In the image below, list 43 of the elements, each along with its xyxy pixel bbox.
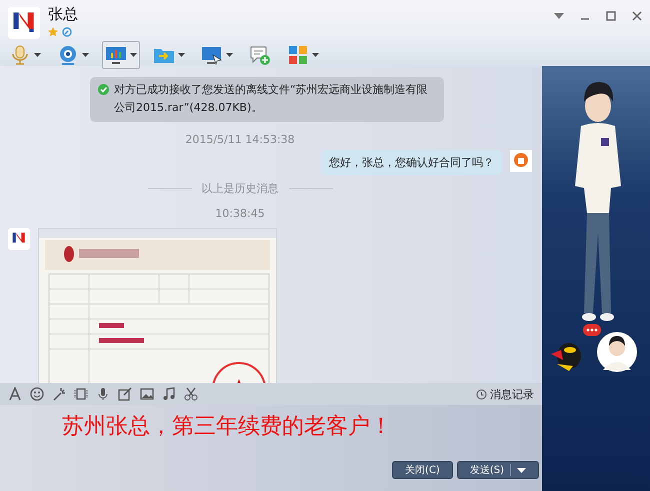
caret-icon (82, 53, 89, 57)
send-button[interactable]: 发送(S) (456, 461, 539, 479)
maximize-icon[interactable] (606, 11, 616, 21)
contact-avatar[interactable] (8, 7, 40, 39)
link-icon[interactable] (62, 27, 72, 37)
clock-icon (476, 388, 487, 400)
message-time: 2015/5/11 14:53:38 (185, 133, 295, 146)
close-icon[interactable] (632, 11, 642, 21)
voice-icon[interactable] (96, 387, 110, 401)
notice-text: 对方已成功接收了您发送的离线文件“苏州宏远商业设施制造有限公司2015.rar”(428.07KB)。 (114, 82, 429, 116)
close-button[interactable]: 关闭(C) (392, 461, 453, 479)
remote-icon (201, 45, 223, 65)
camera-icon (57, 45, 79, 65)
image-icon[interactable] (140, 387, 154, 401)
dropdown-icon[interactable] (554, 13, 564, 19)
scissors-icon[interactable] (184, 387, 198, 401)
sender-avatar (510, 150, 532, 172)
caret-icon[interactable] (517, 468, 526, 472)
magic-icon[interactable] (52, 387, 66, 401)
caret-icon (34, 53, 41, 57)
profile-avatar[interactable] (597, 332, 637, 372)
apps-icon (287, 45, 309, 65)
caret-icon (312, 53, 319, 57)
emoji-icon[interactable] (30, 387, 44, 401)
music-icon[interactable] (162, 387, 176, 401)
contact-avatar (8, 228, 30, 250)
note-icon[interactable] (118, 387, 132, 401)
check-icon (98, 84, 109, 95)
chat-bubble-icon (583, 324, 601, 336)
window-title: 张总 (48, 5, 78, 24)
history-divider: 以上是历史消息 (202, 181, 278, 196)
video-icon[interactable] (74, 387, 88, 401)
message-bubble: 您好，张总，您确认好合同了吗？ (321, 150, 502, 175)
chat-add-icon (249, 45, 271, 65)
caret-icon (226, 53, 233, 57)
history-button[interactable]: 消息记录 (476, 386, 534, 402)
caret-icon (130, 53, 137, 57)
message-time: 10:38:45 (215, 207, 265, 220)
caret-icon (178, 53, 185, 57)
screen-button[interactable] (102, 41, 140, 69)
star-icon (48, 27, 58, 37)
font-icon[interactable] (8, 387, 22, 401)
screen-icon (105, 45, 127, 65)
